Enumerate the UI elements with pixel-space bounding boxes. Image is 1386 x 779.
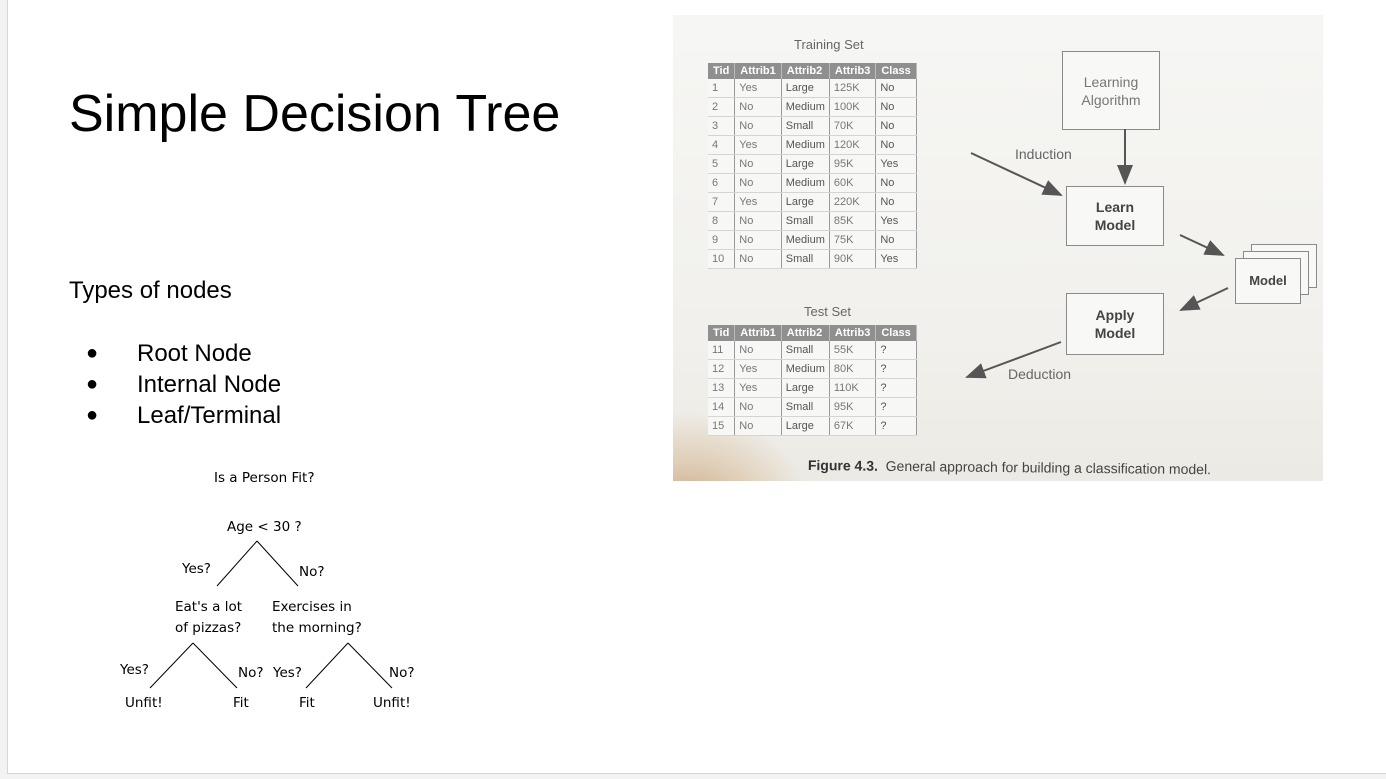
caption-text: General approach for building a classifi… xyxy=(885,457,1212,478)
model-to-apply-arrow xyxy=(1179,287,1229,311)
edge-right-no xyxy=(347,642,393,689)
leaf-node: Fit xyxy=(233,695,249,711)
edge-label-yes: Yes? xyxy=(273,665,302,681)
edge-right-yes xyxy=(305,642,349,689)
edge-label-yes: Yes? xyxy=(120,662,149,678)
edge-left-yes xyxy=(149,642,194,689)
internal-node-left-line2: of pizzas? xyxy=(175,620,242,636)
bullet-icon: ● xyxy=(86,373,99,395)
caption-label: Figure 4.3. xyxy=(807,457,879,474)
internal-node-left-line1: Eat's a lot xyxy=(175,599,242,615)
edge-label-no: No? xyxy=(389,665,415,681)
induction-label: Induction xyxy=(1015,146,1072,162)
edge-label-no: No? xyxy=(299,564,325,580)
root-node: Age < 30 ? xyxy=(227,519,302,535)
edge-left-no xyxy=(192,642,238,689)
leaf-node: Unfit! xyxy=(125,695,163,711)
decision-tree-diagram: Is a Person Fit? Age < 30 ? Yes? No? Eat… xyxy=(108,462,438,722)
slide-title: Simple Decision Tree xyxy=(69,85,561,143)
tree-question: Is a Person Fit? xyxy=(214,470,315,486)
edge-root-yes xyxy=(216,540,258,587)
edge-label-yes: Yes? xyxy=(182,561,211,577)
list-item-label: Leaf/Terminal xyxy=(137,402,282,429)
list-item-label: Root Node xyxy=(137,340,252,367)
slide-subtitle: Types of nodes xyxy=(69,277,232,304)
leaf-node: Fit xyxy=(299,695,315,711)
internal-node-right-line1: Exercises in xyxy=(272,599,352,615)
classification-figure-image[interactable]: Training Set Tid Attrib1 Attrib2 Attrib3… xyxy=(673,15,1323,481)
slide-canvas[interactable]: Simple Decision Tree Types of nodes ● Ro… xyxy=(7,0,1386,774)
bullet-icon: ● xyxy=(86,342,99,364)
edge-label-no: No? xyxy=(238,665,264,681)
flow-arrows xyxy=(965,129,1229,379)
leaf-node: Unfit! xyxy=(373,695,411,711)
edge-root-no xyxy=(256,540,299,587)
internal-node-right-line2: the morning? xyxy=(272,620,362,636)
deduction-label: Deduction xyxy=(1008,366,1072,382)
list-item-label: Internal Node xyxy=(137,371,282,398)
bullet-icon: ● xyxy=(86,404,99,426)
learn-to-model-arrow xyxy=(1179,234,1225,256)
